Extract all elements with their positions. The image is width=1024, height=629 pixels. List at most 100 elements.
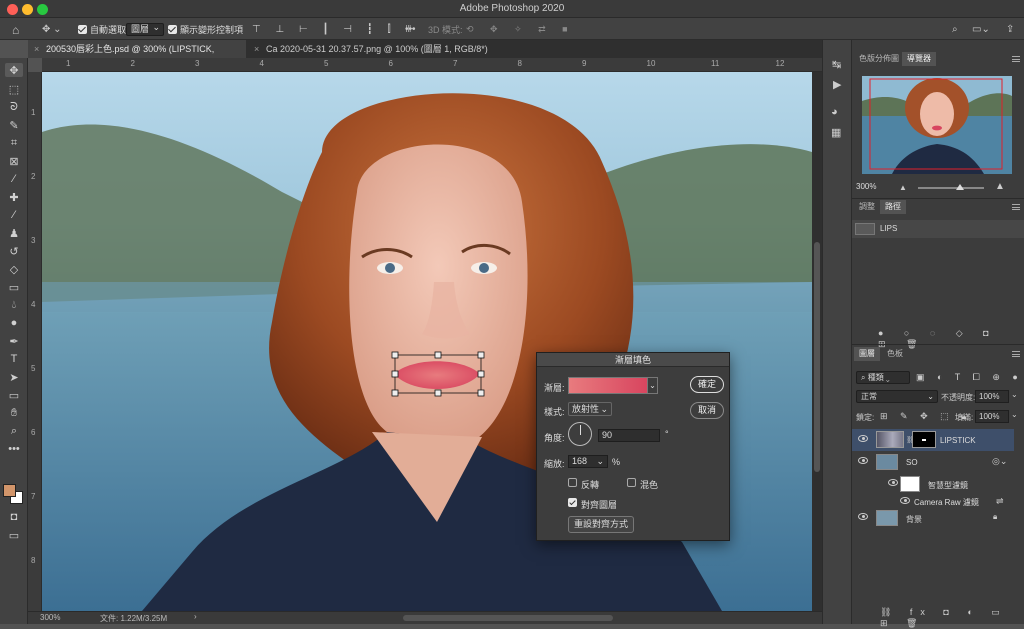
visibility-eye-icon[interactable] bbox=[858, 513, 868, 520]
navigator-thumbnail[interactable] bbox=[862, 76, 1012, 174]
layers-menu-icon[interactable] bbox=[1012, 351, 1020, 357]
ok-button[interactable]: 確定 bbox=[690, 376, 724, 393]
visibility-eye-icon[interactable] bbox=[888, 479, 898, 486]
crop-tool-icon[interactable]: ⌗ bbox=[5, 136, 23, 150]
navigator-zoom-slider[interactable] bbox=[918, 184, 984, 190]
home-icon[interactable]: ⌂ bbox=[12, 23, 19, 37]
tab-adjustments[interactable]: 調整 bbox=[854, 200, 880, 214]
dodge-tool-icon[interactable]: ● bbox=[5, 316, 23, 330]
layer-row-background[interactable]: 背景 🔒︎ bbox=[852, 507, 1014, 529]
hand-tool-icon[interactable]: ✋︎ bbox=[5, 406, 23, 420]
move-tool-icon[interactable]: ✥ bbox=[5, 63, 23, 77]
healing-brush-icon[interactable]: ✚ bbox=[5, 190, 23, 204]
more-options-icon[interactable]: ••• bbox=[405, 23, 416, 36]
angle-input[interactable]: 90 bbox=[598, 429, 660, 442]
foreground-color-swatch[interactable] bbox=[3, 484, 16, 497]
scroll-thumb[interactable] bbox=[814, 242, 820, 472]
layers-action-icons[interactable]: ⛓ fx ◘ ◐ ▭ ⊞ 🗑︎ bbox=[880, 607, 1024, 629]
zoom-tool-icon[interactable]: ⌕ bbox=[5, 424, 23, 438]
layer-name[interactable]: 智慧型濾鏡 bbox=[928, 480, 968, 491]
align-with-layer-label: 對齊圖層 bbox=[581, 500, 618, 510]
eyedropper-tool-icon[interactable]: ⁄ bbox=[5, 172, 23, 186]
layer-mask-thumbnail[interactable] bbox=[912, 431, 936, 448]
3d-tools-icons[interactable]: ⟲ ✥ ✧ ⇄ ■ bbox=[466, 23, 575, 36]
gradient-swatch[interactable] bbox=[568, 377, 648, 394]
frame-tool-icon[interactable]: ⊠ bbox=[5, 154, 23, 168]
search-icon[interactable]: ⌕ bbox=[952, 23, 958, 36]
tab-layers[interactable]: 圖層 bbox=[854, 347, 880, 361]
visibility-eye-icon[interactable] bbox=[900, 497, 910, 504]
navigator-menu-icon[interactable] bbox=[1012, 56, 1020, 62]
history-icon[interactable]: ↹ bbox=[832, 58, 841, 71]
scale-unit: % bbox=[612, 457, 621, 467]
tab-screenshot-png[interactable]: × Ca 2020-05-31 20.37.57.png @ 100% (圖層 1… bbox=[248, 40, 488, 58]
layer-name[interactable]: SO bbox=[906, 458, 918, 467]
visibility-eye-icon[interactable] bbox=[858, 435, 868, 442]
vertical-scrollbar[interactable] bbox=[812, 72, 822, 611]
zoom-readout[interactable]: 300% bbox=[40, 613, 60, 622]
rectangle-tool-icon[interactable]: ▭ bbox=[5, 388, 23, 402]
opacity-input[interactable]: 100% bbox=[975, 390, 1009, 403]
filter-effects-icon[interactable]: ◎⌄ bbox=[992, 456, 1007, 467]
tab-histogram[interactable]: 色版分佈圖 bbox=[854, 52, 904, 66]
angle-dial[interactable] bbox=[568, 422, 592, 446]
cancel-button[interactable]: 取消 bbox=[690, 402, 724, 419]
gradient-picker-chevron[interactable]: ⌄ bbox=[648, 377, 658, 394]
gradient-tool-icon[interactable]: ▭ bbox=[5, 280, 23, 294]
visibility-eye-icon[interactable] bbox=[858, 457, 868, 464]
style-dropdown[interactable]: 放射性 ⌄ bbox=[568, 402, 612, 416]
align-icons[interactable]: ⊤ ⊥ ⊢ ┃ ⊣ ┇ ⫿ ⊪ bbox=[252, 23, 420, 36]
tab-lipstick-psd[interactable]: ×200530唇彩上色.psd @ 300% (LIPSTICK, RGB/8#… bbox=[28, 40, 246, 72]
scale-input[interactable]: 168 ⌄ bbox=[568, 455, 608, 468]
clone-stamp-icon[interactable]: ♟ bbox=[5, 226, 23, 240]
type-tool-icon[interactable]: T bbox=[5, 352, 23, 366]
layer-row-so[interactable]: SO ◎⌄ bbox=[852, 451, 1014, 473]
navigator-zoom-value[interactable]: 300% bbox=[856, 182, 876, 191]
history-brush-icon[interactable]: ↺ bbox=[5, 244, 23, 258]
layer-filter-icons[interactable]: ▣ ◐ T ⧠ ⊕ ● bbox=[916, 372, 1023, 383]
align-with-layer-checkbox[interactable] bbox=[568, 498, 577, 507]
auto-select-dropdown[interactable]: 圖層 bbox=[126, 22, 165, 36]
quick-select-tool-icon[interactable]: ✎ bbox=[5, 118, 23, 132]
close-tab-icon[interactable]: × bbox=[34, 40, 39, 58]
workspace-icon[interactable]: ▭⌄ bbox=[972, 23, 990, 36]
paths-menu-icon[interactable] bbox=[1012, 204, 1020, 210]
layer-name[interactable]: 背景 bbox=[906, 514, 922, 525]
auto-select-checkbox[interactable]: 自動選取: bbox=[78, 23, 129, 36]
lasso-tool-icon[interactable]: ᘐ bbox=[5, 100, 23, 114]
pen-tool-icon[interactable]: ✒ bbox=[5, 334, 23, 348]
blur-tool-icon[interactable]: 💧︎ bbox=[5, 298, 23, 312]
zoom-in-icon[interactable]: ▲ bbox=[995, 181, 1005, 192]
tab-paths[interactable]: 路徑 bbox=[880, 200, 906, 214]
horizontal-scroll-thumb[interactable] bbox=[403, 615, 613, 621]
share-icon[interactable]: ⇪ bbox=[1006, 23, 1014, 36]
layer-name[interactable]: LIPSTICK bbox=[940, 436, 976, 445]
marquee-tool-icon[interactable]: ⬚ bbox=[5, 82, 23, 96]
table-grid-icon[interactable]: ▦ bbox=[831, 126, 841, 139]
brush-tool-icon[interactable]: ⁄ bbox=[5, 208, 23, 222]
move-tool-icon[interactable]: ✥ ⌄ bbox=[42, 23, 62, 36]
zoom-out-icon[interactable]: ▲ bbox=[899, 183, 907, 192]
dither-checkbox[interactable] bbox=[627, 478, 636, 487]
reverse-checkbox[interactable] bbox=[568, 478, 577, 487]
fill-input[interactable]: 100% bbox=[975, 410, 1009, 423]
zoom-slider-handle[interactable] bbox=[956, 184, 964, 190]
close-tab-icon[interactable]: × bbox=[254, 40, 259, 58]
path-item-lips[interactable]: LIPS bbox=[852, 220, 1024, 238]
tab-swatches[interactable]: 色板 bbox=[882, 347, 908, 361]
show-transform-checkbox[interactable]: 顯示變形控制項 bbox=[168, 23, 243, 36]
color-palette-icon[interactable]: ◕ bbox=[831, 106, 838, 118]
reset-alignment-button[interactable]: 重設對齊方式 bbox=[568, 516, 634, 533]
play-actions-icon[interactable]: ▶ bbox=[833, 78, 841, 91]
blend-mode-dropdown[interactable]: 正常 ⌄ bbox=[856, 390, 938, 403]
filter-options-icon[interactable]: ⇌ bbox=[996, 496, 1004, 507]
quick-mask-icon[interactable]: ◘ bbox=[5, 510, 23, 524]
eraser-tool-icon[interactable]: ◇ bbox=[5, 262, 23, 276]
screen-mode-icon[interactable]: ▭ bbox=[5, 528, 23, 542]
path-select-icon[interactable]: ➤ bbox=[5, 370, 23, 384]
layer-filter-dropdown[interactable]: ⌕ 種類 ⌄ bbox=[856, 371, 910, 384]
more-tools-icon[interactable]: ••• bbox=[5, 442, 23, 456]
tab-navigator[interactable]: 導覽器 bbox=[902, 52, 936, 66]
status-menu-arrow[interactable]: › bbox=[194, 612, 197, 621]
layer-row-lipstick[interactable]: ⛓ LIPSTICK bbox=[852, 429, 1014, 451]
